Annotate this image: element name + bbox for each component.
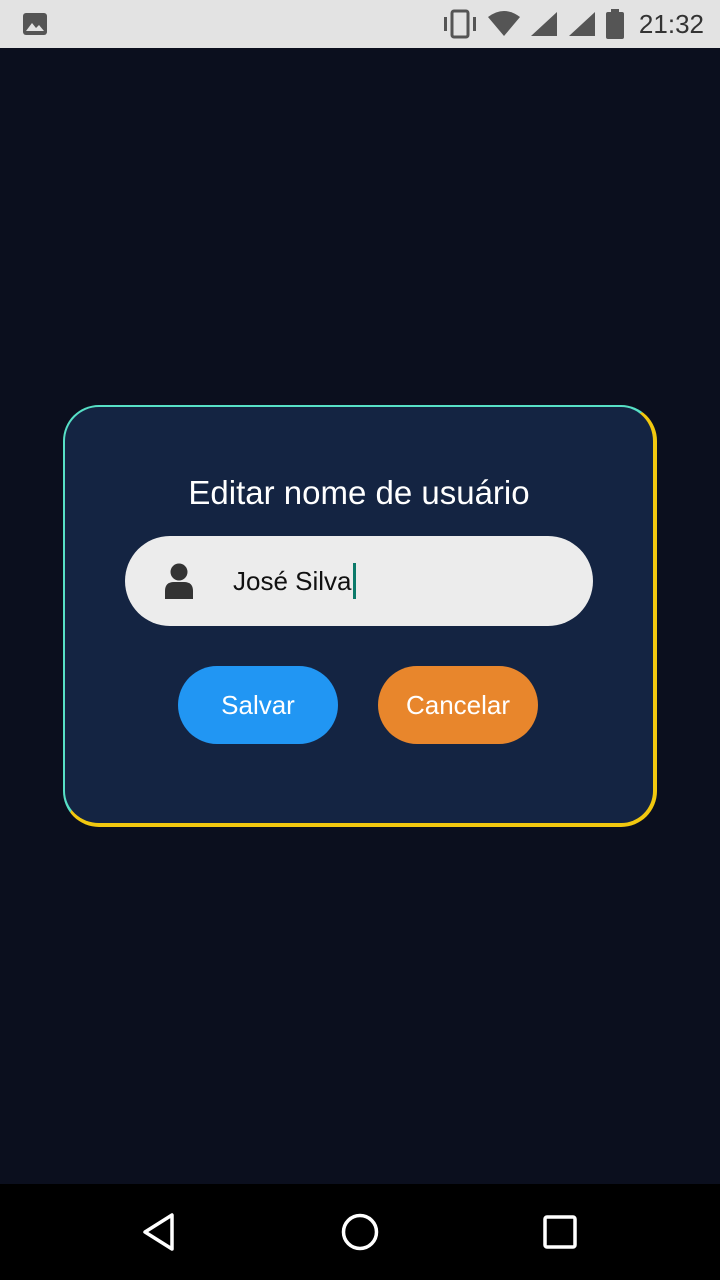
save-button[interactable]: Salvar <box>178 666 338 744</box>
edit-username-dialog: Editar nome de usuário José Silva Salvar… <box>63 405 657 827</box>
username-value[interactable]: José Silva <box>233 566 352 597</box>
signal-icon <box>567 10 597 38</box>
dialog-title: Editar nome de usuário <box>188 474 530 511</box>
recents-icon[interactable] <box>536 1208 584 1256</box>
status-icons: 21:32 <box>441 0 704 48</box>
cancel-button[interactable]: Cancelar <box>378 666 538 744</box>
wifi-icon <box>487 10 521 38</box>
vibrate-icon <box>441 9 479 39</box>
navigation-bar <box>0 1184 720 1280</box>
battery-icon <box>605 9 625 39</box>
image-icon <box>22 12 48 36</box>
status-bar: 21:32 <box>0 0 720 48</box>
back-icon[interactable] <box>136 1208 184 1256</box>
text-caret <box>352 563 356 599</box>
user-icon <box>163 563 195 599</box>
home-icon[interactable] <box>336 1208 384 1256</box>
username-value-wrap: José Silva <box>233 536 356 626</box>
signal-icon <box>529 10 559 38</box>
status-time: 21:32 <box>638 8 704 39</box>
username-input[interactable]: José Silva <box>125 536 593 626</box>
